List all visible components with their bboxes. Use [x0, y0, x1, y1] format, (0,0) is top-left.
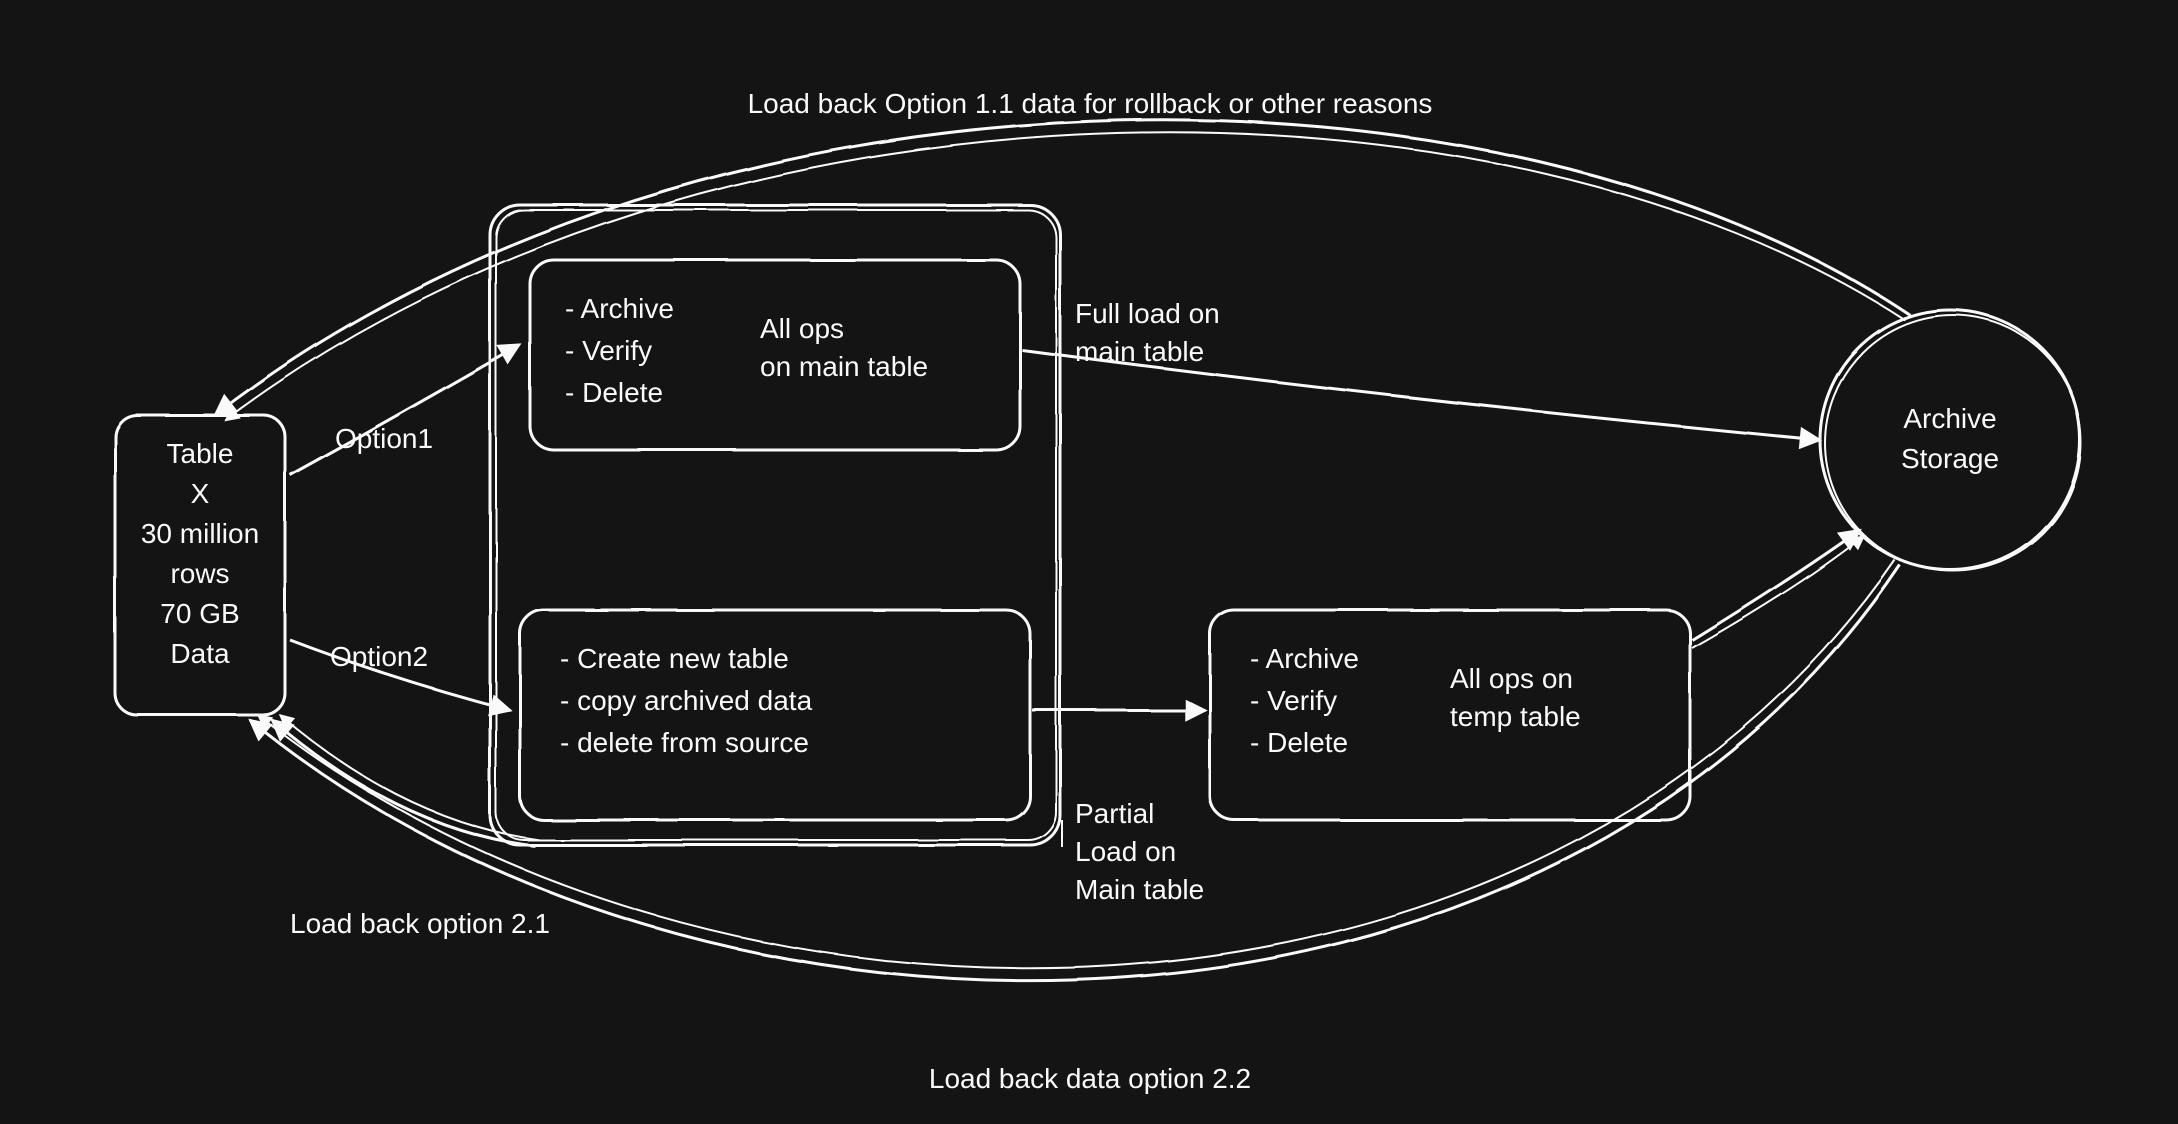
- archive-storage-line-2: Storage: [1901, 440, 1999, 478]
- source-line-6: Data: [170, 635, 229, 673]
- label-loadback-1-1: Load back Option 1.1 data for rollback o…: [748, 85, 1433, 123]
- full-load-line-2: main table: [1075, 333, 1220, 371]
- option1-side-2: on main table: [760, 348, 928, 386]
- option2-bullet-2: - copy archived data: [560, 682, 812, 720]
- temp-bullet-2: - Verify: [1250, 682, 1359, 720]
- label-loadback-2-1: Load back option 2.1: [290, 905, 550, 943]
- option2-bullet-1: - Create new table: [560, 640, 812, 678]
- archive-storage-line-1: Archive: [1903, 400, 1996, 438]
- option1-bullet-2: - Verify: [565, 332, 674, 370]
- source-line-1: Table: [167, 435, 234, 473]
- temp-bullet-3: - Delete: [1250, 724, 1359, 762]
- temp-bullet-1: - Archive: [1250, 640, 1359, 678]
- source-line-5: 70 GB: [160, 595, 239, 633]
- diagram-canvas: Load back Option 1.1 data for rollback o…: [0, 0, 2178, 1124]
- partial-load-line-1: Partial: [1075, 795, 1204, 833]
- option1-bullet-3: - Delete: [565, 374, 674, 412]
- temp-side-1: All ops on: [1450, 660, 1581, 698]
- option2-bullet-3: - delete from source: [560, 724, 812, 762]
- source-line-4: rows: [170, 555, 229, 593]
- source-line-3: 30 million: [141, 515, 259, 553]
- option1-bullet-1: - Archive: [565, 290, 674, 328]
- diagram-svg: [0, 0, 2178, 1124]
- partial-load-line-3: Main table: [1075, 871, 1204, 909]
- label-option2: Option2: [330, 638, 428, 676]
- label-option1: Option1: [335, 420, 433, 458]
- label-loadback-2-2: Load back data option 2.2: [929, 1060, 1251, 1098]
- temp-side-2: temp table: [1450, 698, 1581, 736]
- source-line-2: X: [191, 475, 210, 513]
- option1-side-1: All ops: [760, 310, 928, 348]
- partial-load-line-2: Load on: [1075, 833, 1204, 871]
- full-load-line-1: Full load on: [1075, 295, 1220, 333]
